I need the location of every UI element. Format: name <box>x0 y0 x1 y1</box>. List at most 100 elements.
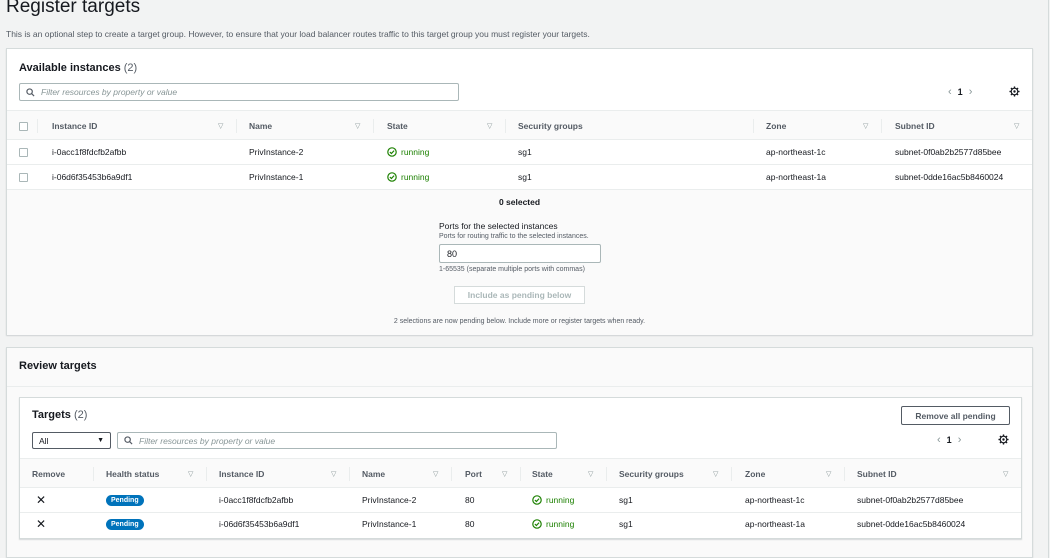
table-row: ✕ Pending i-06d6f35453b6a9df1 PrivInstan… <box>20 512 1021 537</box>
ports-label: Ports for the selected instances <box>439 221 558 231</box>
caret-down-icon[interactable]: ▽ <box>218 122 223 130</box>
caret-down-icon[interactable]: ▽ <box>188 470 193 478</box>
col-state[interactable]: State <box>532 459 553 489</box>
row-checkbox[interactable] <box>19 147 28 157</box>
targets-table-container: Targets (2) Remove all pending All ▼ ‹ 1… <box>19 397 1022 539</box>
port-input[interactable]: 80 <box>439 244 601 263</box>
review-divider <box>7 386 1032 387</box>
selected-count: 0 selected <box>498 197 541 207</box>
targets-preferences-button[interactable] <box>998 434 1009 447</box>
instance-state: running <box>387 140 429 164</box>
page-description: This is an optional step to create a tar… <box>6 29 590 39</box>
available-preferences-button[interactable] <box>1009 86 1020 99</box>
targets-count: (2) <box>73 409 88 421</box>
port: 80 <box>465 495 475 505</box>
table-row[interactable]: i-0acc1f8fdcfb2afbb PrivInstance-2 runni… <box>7 140 1032 165</box>
security-group: sg1 <box>518 172 532 182</box>
caret-down-icon[interactable]: ▽ <box>433 470 438 478</box>
pending-badge: Pending <box>106 494 144 506</box>
caret-down-icon[interactable]: ▽ <box>487 122 492 130</box>
include-pending-button[interactable]: Include as pending below <box>454 286 585 304</box>
row-checkbox[interactable] <box>19 172 28 182</box>
instance-state: running <box>387 165 429 189</box>
col-instance-id[interactable]: Instance ID <box>219 459 264 489</box>
check-circle-icon <box>387 147 397 157</box>
targets-heading: Targets (2) <box>32 409 87 421</box>
col-remove: Remove <box>32 469 66 479</box>
search-icon <box>26 87 35 97</box>
targets-search-input-wrap[interactable] <box>117 432 557 449</box>
right-divider <box>1048 0 1049 558</box>
zone: ap-northeast-1a <box>745 519 806 529</box>
caret-down-icon[interactable]: ▽ <box>1003 470 1008 478</box>
available-pagination: ‹ 1 › <box>942 86 978 98</box>
gear-icon <box>998 434 1009 445</box>
caret-down-icon: ▼ <box>97 437 104 444</box>
col-instance-id[interactable]: Instance ID <box>52 111 97 141</box>
col-name[interactable]: Name <box>362 459 385 489</box>
available-search-input-wrap[interactable] <box>19 83 459 101</box>
next-page-icon[interactable]: › <box>952 434 968 446</box>
caret-down-icon[interactable]: ▽ <box>713 470 718 478</box>
remove-all-pending-button[interactable]: Remove all pending <box>901 406 1010 425</box>
col-name[interactable]: Name <box>249 111 272 141</box>
page-title: Register targets <box>6 0 141 17</box>
state-label: running <box>401 172 430 182</box>
caret-down-icon[interactable]: ▽ <box>826 470 831 478</box>
instance-name: PrivInstance-1 <box>249 172 304 182</box>
col-port[interactable]: Port <box>465 459 482 489</box>
port: 80 <box>465 519 475 529</box>
caret-down-icon[interactable]: ▽ <box>331 470 336 478</box>
table-row: ✕ Pending i-0acc1f8fdcfb2afbb PrivInstan… <box>20 488 1021 513</box>
caret-down-icon[interactable]: ▽ <box>1014 122 1019 130</box>
col-subnet-id[interactable]: Subnet ID <box>857 459 897 489</box>
review-targets-panel: Review targets Targets (2) Remove all pe… <box>6 347 1033 558</box>
instance-name: PrivInstance-2 <box>362 495 417 505</box>
security-group: sg1 <box>619 519 633 529</box>
ports-hint: 1-65535 (separate multiple ports with co… <box>439 266 585 273</box>
ports-description: Ports for routing traffic to the selecte… <box>439 233 589 240</box>
caret-down-icon[interactable]: ▽ <box>355 122 360 130</box>
col-zone[interactable]: Zone <box>766 111 786 141</box>
available-search-input[interactable] <box>41 87 430 97</box>
instance-name: PrivInstance-1 <box>362 519 417 529</box>
next-page-icon[interactable]: › <box>963 86 979 98</box>
port-value: 80 <box>447 248 458 259</box>
col-health-status[interactable]: Health status <box>106 459 159 489</box>
available-table-header: Instance ID ▽ Name ▽ State ▽ Security gr… <box>7 110 1032 140</box>
table-row[interactable]: i-06d6f35453b6a9df1 PrivInstance-1 runni… <box>7 165 1032 190</box>
pending-note: 2 selections are now pending below. Incl… <box>393 318 646 325</box>
check-circle-icon <box>532 495 542 505</box>
close-icon[interactable]: ✕ <box>36 488 46 512</box>
col-zone[interactable]: Zone <box>745 459 765 489</box>
instance-state: running <box>532 512 574 536</box>
col-security-groups[interactable]: Security groups <box>619 459 684 489</box>
selection-footer: 0 selected Ports for the selected instan… <box>7 190 1032 335</box>
prev-page-icon[interactable]: ‹ <box>942 86 958 98</box>
prev-page-icon[interactable]: ‹ <box>931 434 947 446</box>
state-label: running <box>401 147 430 157</box>
gear-icon <box>1009 86 1020 97</box>
filter-select[interactable]: All ▼ <box>32 432 111 449</box>
caret-down-icon[interactable]: ▽ <box>588 470 593 478</box>
caret-down-icon[interactable]: ▽ <box>863 122 868 130</box>
col-state[interactable]: State <box>387 111 408 141</box>
targets-title: Targets <box>32 409 71 421</box>
available-instances-title: Available instances <box>19 62 121 74</box>
targets-pagination: ‹ 1 › <box>931 434 967 446</box>
instance-id: i-06d6f35453b6a9df1 <box>219 519 300 529</box>
state-label: running <box>546 495 575 505</box>
targets-table-header: Remove Health status ▽ Instance ID ▽ Nam… <box>20 458 1021 488</box>
state-label: running <box>546 519 575 529</box>
subnet-id: subnet-0f0ab2b2577d85bee <box>857 495 964 505</box>
instance-id: i-06d6f35453b6a9df1 <box>52 172 133 182</box>
filter-select-value: All <box>39 435 49 446</box>
select-all-checkbox[interactable] <box>19 121 28 131</box>
security-group: sg1 <box>518 147 532 157</box>
caret-down-icon[interactable]: ▽ <box>502 470 507 478</box>
col-subnet-id[interactable]: Subnet ID <box>895 111 935 141</box>
available-instances-panel: Available instances (2) ‹ 1 › Instance I… <box>6 48 1033 335</box>
targets-search-input[interactable] <box>139 435 528 446</box>
close-icon[interactable]: ✕ <box>36 512 46 536</box>
col-security-groups[interactable]: Security groups <box>518 111 583 141</box>
